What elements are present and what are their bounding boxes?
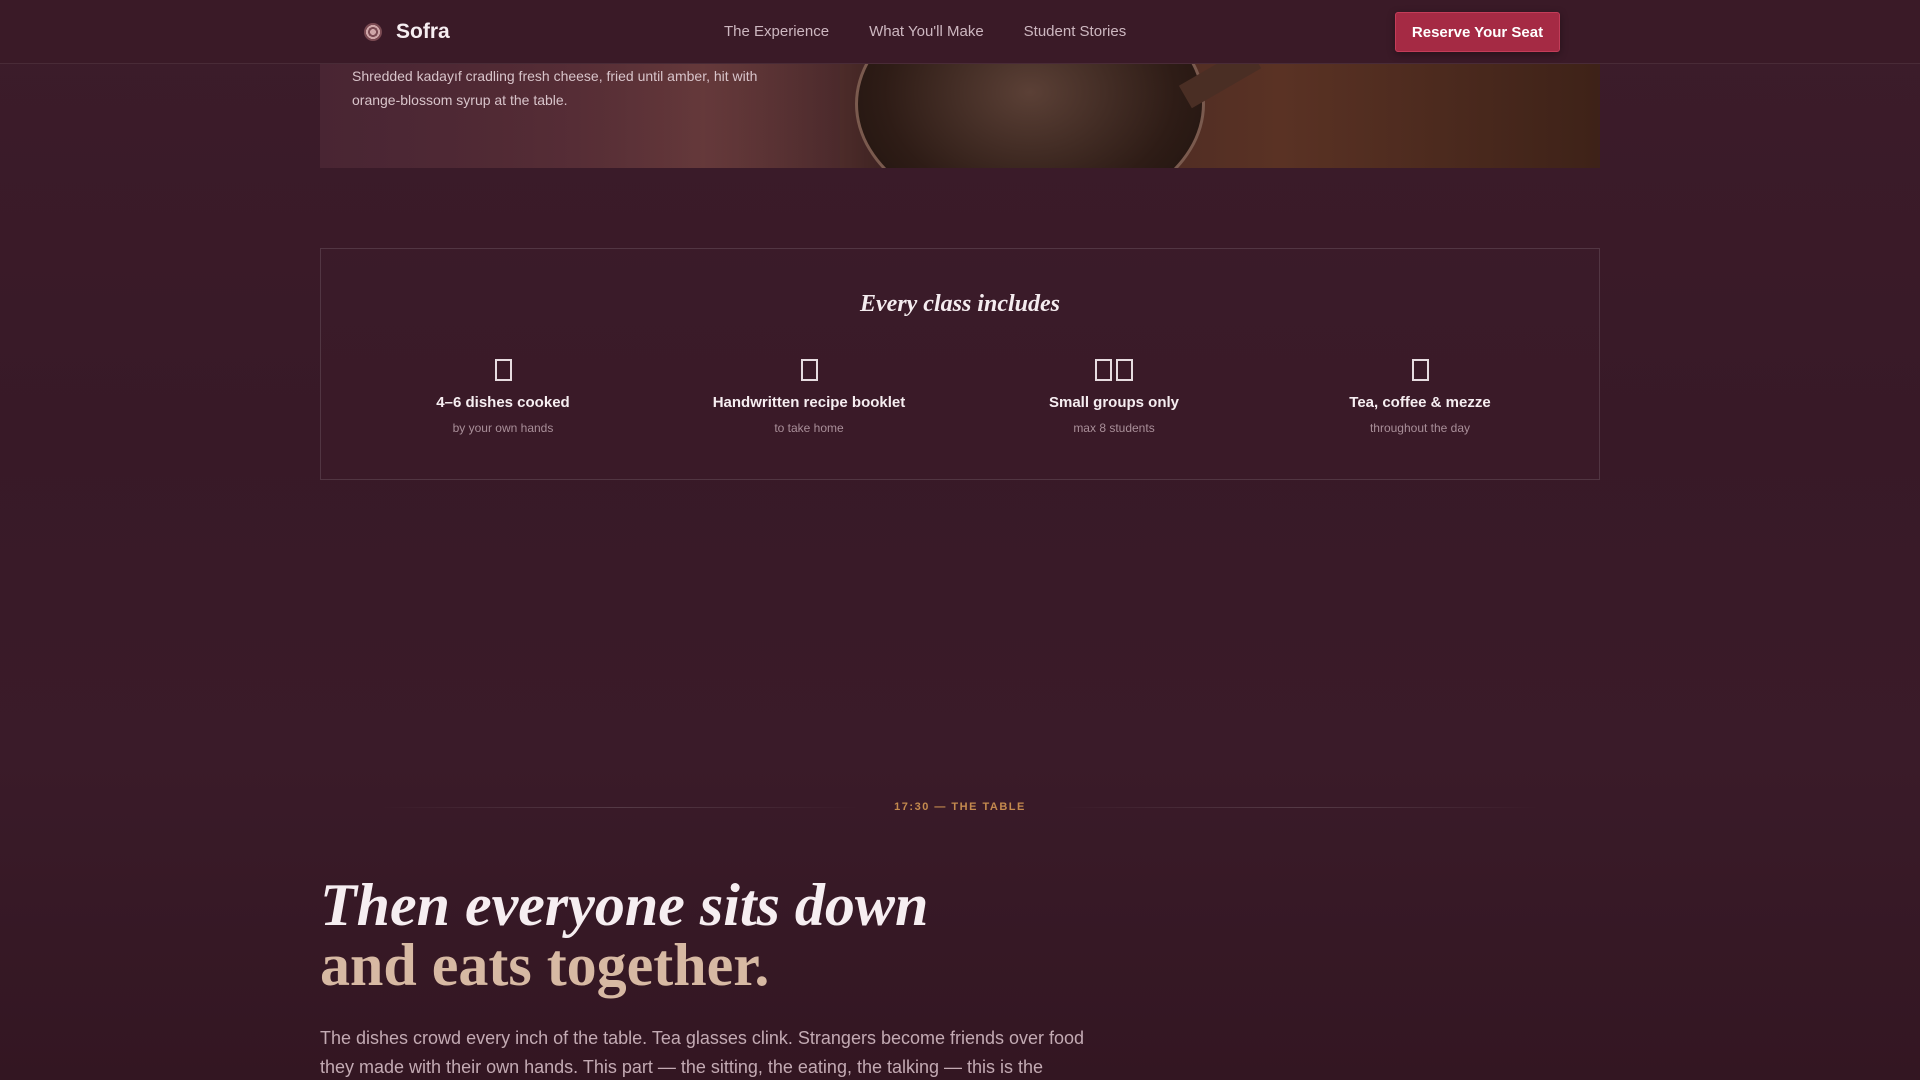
- tea-icon: [1300, 359, 1540, 385]
- pot-icon: [383, 359, 623, 385]
- section-body: The dishes crowd every inch of the table…: [320, 1028, 1085, 1077]
- include-title: 4–6 dishes cooked: [436, 394, 570, 411]
- brand-logo[interactable]: Sofra: [364, 20, 450, 44]
- nav-links: The Experience What You'll Make Student …: [724, 23, 1166, 40]
- include-title: Tea, coffee & mezze: [1349, 394, 1491, 411]
- copper-pan-image: [855, 64, 1205, 168]
- divider-right: [1060, 807, 1540, 808]
- includes-title: Every class includes: [860, 291, 1060, 317]
- nav-link-what-youll-make[interactable]: What You'll Make: [869, 23, 984, 40]
- nav-link-experience[interactable]: The Experience: [724, 23, 829, 40]
- includes-card: Every class includes 4–6 dishes cooked b…: [320, 248, 1600, 480]
- include-title: Handwritten recipe booklet: [712, 394, 906, 411]
- nav-link-student-stories[interactable]: Student Stories: [1024, 23, 1127, 40]
- include-item: Handwritten recipe booklet to take home: [689, 359, 929, 435]
- section-label-row: 17:30 — THE TABLE: [320, 796, 1600, 820]
- include-subtitle: max 8 students: [1073, 421, 1155, 435]
- include-subtitle: by your own hands: [452, 421, 554, 435]
- heading-line-1: Then everyone sits down: [320, 872, 929, 938]
- include-subtitle: throughout the day: [1369, 421, 1471, 435]
- heading-line-2: and eats together.: [320, 932, 770, 998]
- include-item: Small groups only max 8 students: [994, 359, 1234, 435]
- top-nav: Sofra The Experience What You'll Make St…: [0, 0, 1920, 64]
- include-subtitle: to take home: [774, 421, 844, 435]
- include-title: Small groups only: [1048, 394, 1180, 411]
- hero-image: Shredded kadayıf cradling fresh cheese, …: [320, 64, 1600, 168]
- people-icon: [994, 359, 1234, 385]
- logo-icon: [364, 23, 382, 41]
- include-item: 4–6 dishes cooked by your own hands: [383, 359, 623, 435]
- include-item: Tea, coffee & mezze throughout the day: [1300, 359, 1540, 435]
- hero-caption: Shredded kadayıf cradling fresh cheese, …: [352, 68, 758, 108]
- reserve-seat-button[interactable]: Reserve Your Seat: [1395, 12, 1560, 52]
- brand-name: Sofra: [396, 20, 450, 43]
- section-heading: Then everyone sits down and eats togethe…: [320, 875, 928, 995]
- book-icon: [689, 359, 929, 385]
